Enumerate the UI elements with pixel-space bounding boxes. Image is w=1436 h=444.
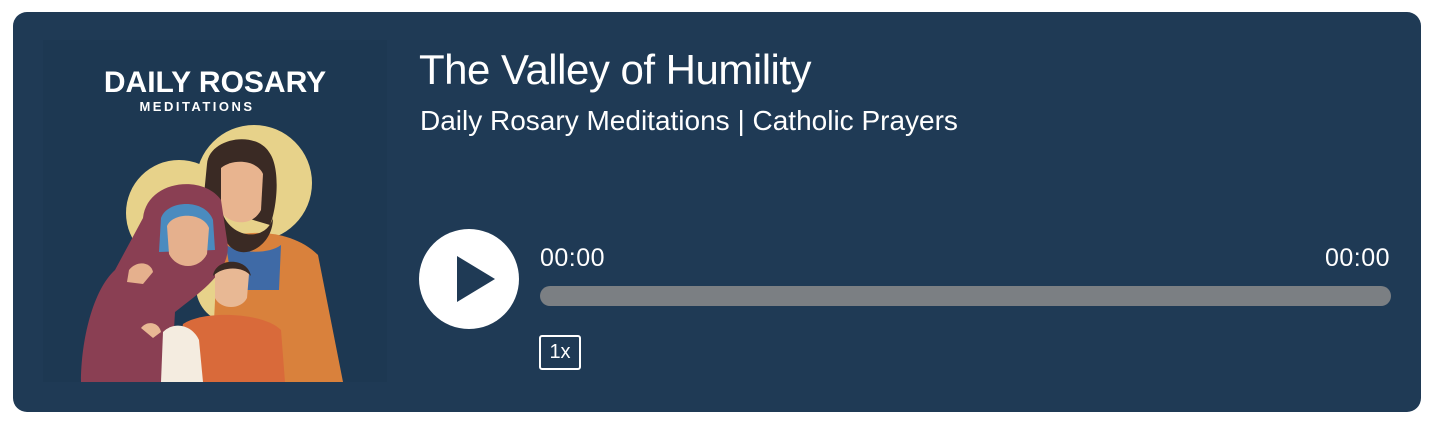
podcast-cover-art: DAILY ROSARY MEDITATIONS xyxy=(43,40,387,382)
cover-brand-title: DAILY ROSARY xyxy=(104,66,326,99)
episode-title: The Valley of Humility xyxy=(419,46,812,93)
cover-brand-subtitle: MEDITATIONS xyxy=(139,99,254,114)
current-time: 00:00 xyxy=(540,244,606,272)
mary-face xyxy=(167,215,209,266)
joseph-face xyxy=(221,161,263,223)
play-button[interactable] xyxy=(419,229,519,329)
progress-bar[interactable] xyxy=(540,286,1391,306)
play-icon xyxy=(457,256,495,302)
podcast-player: DAILY ROSARY MEDITATIONS The Valley of H… xyxy=(13,12,1421,412)
holy-family-illustration: DAILY ROSARY MEDITATIONS xyxy=(81,66,343,382)
total-duration: 00:00 xyxy=(1324,244,1390,272)
podcast-name: Daily Rosary Meditations | Catholic Pray… xyxy=(420,105,958,136)
playback-speed-button[interactable]: 1x xyxy=(539,335,581,370)
